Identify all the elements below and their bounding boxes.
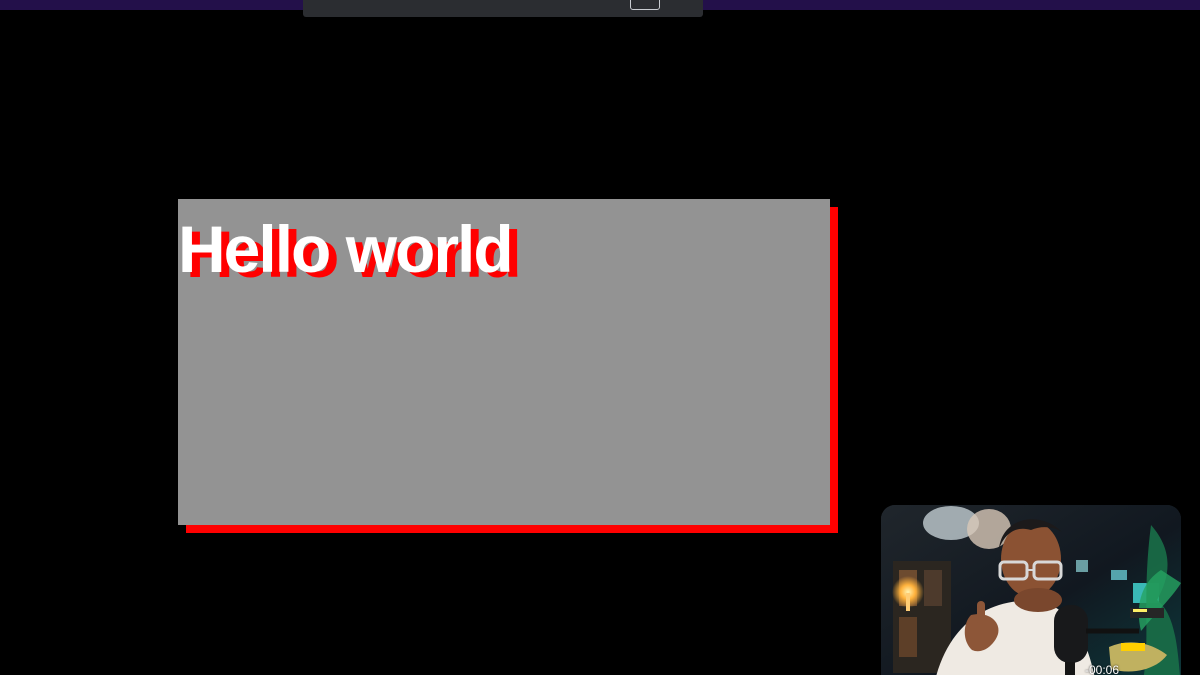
webcam-video-frame [881, 505, 1181, 675]
webcam-timer: -00:06 [1085, 663, 1120, 675]
webcam-overlay[interactable]: -00:06 [881, 505, 1181, 675]
share-stop-button[interactable] [630, 0, 660, 10]
screen-share-bar: · · · · · · · · [303, 0, 703, 17]
share-bar-text: · · · · · · · · [323, 0, 383, 6]
screen-share-stage: · · · · · · · · Hello world [0, 0, 1200, 675]
hello-world-heading: Hello world [178, 212, 514, 286]
demo-box: Hello world [178, 199, 830, 525]
